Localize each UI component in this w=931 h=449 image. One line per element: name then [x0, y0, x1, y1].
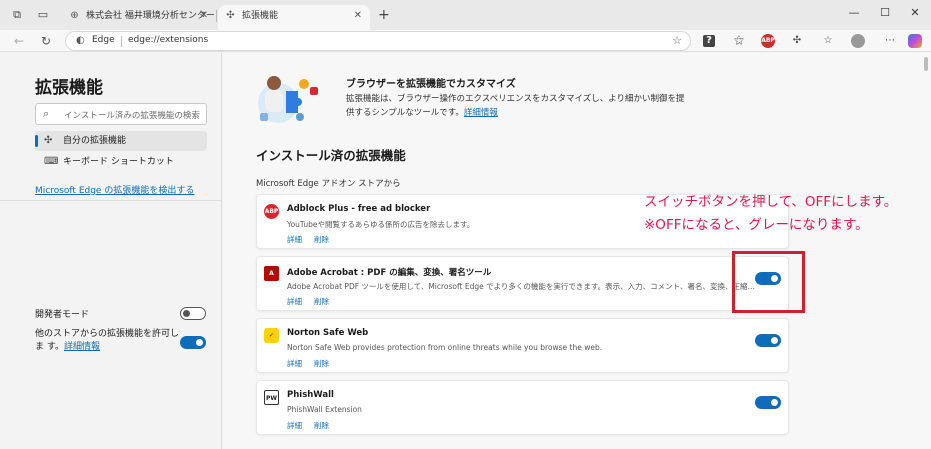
- extension-logo-icon: A: [264, 266, 279, 281]
- extensions-icon: ✣: [226, 10, 235, 21]
- maximize-icon[interactable]: ☐: [878, 6, 892, 20]
- extension-card: A Adobe Acrobat : PDF の編集、変換、署名ツール Adobe A…: [256, 256, 789, 311]
- remove-link[interactable]: 削除: [314, 235, 329, 244]
- promo-title: ブラウザーを拡張機能でカスタマイズ: [346, 79, 516, 90]
- edge-icon: ◐: [76, 35, 85, 46]
- tab-actions-icon[interactable]: ▭: [36, 8, 50, 22]
- navigation-bar: ← ↻ ◐ Edge edge://extensions ☆ ? ⚝ ABP ✣…: [0, 30, 931, 52]
- new-tab-button[interactable]: +: [378, 7, 390, 23]
- back-icon[interactable]: ←: [11, 33, 27, 49]
- tab-label: 拡張機能: [242, 11, 279, 21]
- main-content: ブラウザーを拡張機能でカスタマイズ 拡張機能は、ブラウザー操作のエクスペリエンス…: [223, 53, 921, 449]
- tab-separator: [216, 10, 217, 22]
- favorites-icon[interactable]: ☆: [820, 33, 836, 49]
- profile-icon[interactable]: [851, 34, 865, 48]
- title-bar: ⧉ ▭ ⊕ 株式会社 福井環境分析センター ✕ ✣ 拡張機能 ✕ + — ☐ ✕: [0, 0, 931, 30]
- globe-icon: ⊕: [70, 10, 79, 21]
- close-window-icon[interactable]: ✕: [908, 6, 922, 20]
- highlight-box: [732, 251, 805, 313]
- details-link[interactable]: 詳細: [287, 235, 302, 244]
- tab-label: 株式会社 福井環境分析センター: [86, 11, 215, 21]
- extension-description: PhishWall Extension: [287, 405, 362, 414]
- tab-extensions[interactable]: ✣ 拡張機能 ✕: [218, 5, 370, 30]
- workspaces-icon[interactable]: ⧉: [10, 8, 24, 22]
- help-extension-icon[interactable]: ?: [703, 35, 715, 47]
- remove-link[interactable]: 削除: [314, 421, 329, 430]
- extension-toggle[interactable]: [755, 396, 781, 409]
- details-link[interactable]: 詳細: [287, 421, 302, 430]
- extension-logo-icon: PW: [264, 390, 279, 405]
- extensions-icon: ✣: [44, 135, 53, 146]
- sidebar-item-keyboard-shortcuts[interactable]: ⌨ キーボード ショートカット: [35, 152, 207, 172]
- extension-description: Adobe Acrobat PDF ツールを使用して、Microsoft Edg…: [287, 282, 757, 291]
- page-title: 拡張機能: [35, 78, 103, 98]
- remove-link[interactable]: 削除: [314, 297, 329, 306]
- developer-mode-label: 開発者モード: [35, 310, 90, 320]
- extension-name: PhishWall: [287, 390, 334, 400]
- address-divider: [121, 36, 122, 47]
- sidebar-item-my-extensions[interactable]: ✣ 自分の拡張機能: [35, 131, 207, 151]
- extension-logo-icon: ABP: [264, 204, 279, 219]
- sidebar-item-label: キーボード ショートカット: [63, 157, 174, 167]
- extension-card: ✓ Norton Safe Web Norton Safe Web provides…: [256, 318, 789, 373]
- customize-illustration: [258, 76, 318, 123]
- extension-toggle[interactable]: [755, 334, 781, 347]
- scrollbar[interactable]: [921, 53, 931, 449]
- divider: [0, 200, 222, 201]
- extension-name: Norton Safe Web: [287, 328, 369, 338]
- extension-links: 詳細 削除: [287, 420, 341, 431]
- annotation-line-2: ※OFFになると、グレーになります。: [644, 217, 869, 233]
- extension-links: 詳細 削除: [287, 296, 341, 307]
- search-icon: ⌕: [43, 107, 50, 120]
- annotation-line-1: スイッチボタンを押して、OFFにします。: [644, 194, 898, 210]
- minimize-icon[interactable]: —: [847, 6, 861, 20]
- more-icon[interactable]: ⋯: [882, 33, 898, 49]
- sidebar: 拡張機能 ⌕ インストール済みの拡張機能の検索 ✣ 自分の拡張機能 ⌨ キーボー…: [0, 53, 222, 449]
- source-label: Microsoft Edge アドオン ストアから: [256, 179, 401, 189]
- search-placeholder: インストール済みの拡張機能の検索: [64, 111, 200, 121]
- extension-logo-icon: ✓: [264, 328, 279, 343]
- promo-learn-more-link[interactable]: 詳細情報: [464, 108, 498, 118]
- discover-extensions-link[interactable]: Microsoft Edge の拡張機能を検出する: [35, 183, 194, 196]
- tab-company[interactable]: ⊕ 株式会社 福井環境分析センター ✕: [62, 5, 216, 30]
- extension-description: Norton Safe Web provides protection from…: [287, 343, 603, 352]
- close-tab-icon[interactable]: ✕: [200, 5, 208, 27]
- extension-links: 詳細 削除: [287, 234, 341, 245]
- keyboard-icon: ⌨: [44, 156, 59, 167]
- other-stores-toggle[interactable]: [180, 336, 206, 349]
- remove-link[interactable]: 削除: [314, 359, 329, 368]
- promo-body: 拡張機能は、ブラウザー操作のエクスペリエンスをカスタマイズし、より細かい制御を提…: [346, 94, 685, 118]
- read-aloud-icon[interactable]: ⚝: [731, 33, 747, 49]
- address-bar[interactable]: ◐ Edge edge://extensions ☆: [65, 31, 691, 51]
- selected-indicator: [35, 135, 38, 147]
- other-stores-label: 他のストアからの拡張機能を許可しま す。詳細情報: [35, 329, 180, 352]
- favorite-star-icon[interactable]: ☆: [672, 34, 682, 47]
- scrollbar-thumb[interactable]: [924, 57, 928, 71]
- adblock-plus-icon[interactable]: ABP: [761, 34, 775, 48]
- details-link[interactable]: 詳細: [287, 297, 302, 306]
- address-url[interactable]: edge://extensions: [128, 35, 208, 45]
- details-link[interactable]: 詳細: [287, 359, 302, 368]
- extension-card: PW PhishWall PhishWall Extension 詳細 削除: [256, 380, 789, 435]
- section-title: インストール済の拡張機能: [256, 148, 406, 163]
- close-tab-icon[interactable]: ✕: [354, 5, 362, 27]
- developer-mode-toggle[interactable]: [180, 307, 206, 320]
- extension-name: Adobe Acrobat : PDF の編集、変換、署名ツール: [287, 268, 492, 278]
- extension-name: Adblock Plus - free ad blocker: [287, 204, 431, 214]
- copilot-icon[interactable]: [908, 34, 922, 48]
- extension-links: 詳細 削除: [287, 358, 341, 369]
- search-input[interactable]: ⌕ インストール済みの拡張機能の検索: [35, 103, 207, 125]
- sidebar-item-label: 自分の拡張機能: [63, 136, 127, 146]
- address-site: Edge: [92, 35, 115, 45]
- extensions-icon[interactable]: ✣: [789, 33, 805, 49]
- refresh-icon[interactable]: ↻: [38, 33, 54, 49]
- other-stores-link[interactable]: 詳細情報: [64, 342, 100, 352]
